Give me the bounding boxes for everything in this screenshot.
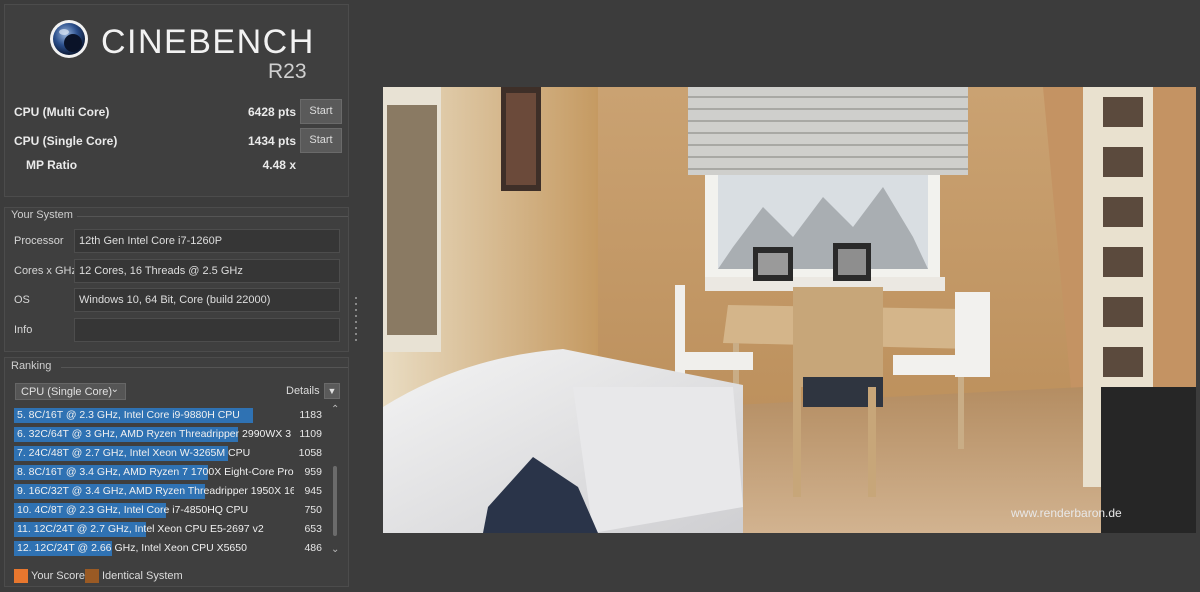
- details-label: Details: [286, 385, 320, 397]
- ranking-row[interactable]: 10. 4C/8T @ 2.3 GHz, Intel Core i7-4850H…: [14, 502, 330, 519]
- your-score-legend-label: Your Score: [31, 570, 86, 582]
- ranking-score: 1109: [299, 428, 322, 440]
- app-version: R23: [268, 60, 307, 83]
- cinebench-logo-icon: [50, 20, 88, 58]
- render-watermark: www.renderbaron.de: [1010, 506, 1122, 520]
- ranking-test-select-value: CPU (Single Core): [21, 386, 113, 398]
- system-key: OS: [14, 294, 30, 306]
- system-divider: [77, 216, 348, 217]
- ranking-row[interactable]: 12. 12C/24T @ 2.66 GHz, Intel Xeon CPU X…: [14, 540, 330, 557]
- single-core-start-button[interactable]: Start: [300, 128, 342, 153]
- ranking-score: 750: [304, 504, 322, 516]
- ranking-list: 5. 8C/16T @ 2.3 GHz, Intel Core i9-9880H…: [14, 407, 336, 562]
- scrollbar-thumb[interactable]: [333, 466, 337, 536]
- ranking-row[interactable]: 7. 24C/48T @ 2.7 GHz, Intel Xeon W-3265M…: [14, 445, 330, 462]
- ranking-score: 959: [304, 466, 322, 478]
- ranking-label: 9. 16C/32T @ 3.4 GHz, AMD Ryzen Threadri…: [17, 485, 294, 497]
- system-row-info: Info: [14, 318, 340, 342]
- identical-system-swatch: [85, 569, 99, 583]
- identical-system-legend-label: Identical System: [102, 570, 183, 582]
- ranking-score: 653: [304, 523, 322, 535]
- ranking-row[interactable]: 11. 12C/24T @ 2.7 GHz, Intel Xeon CPU E5…: [14, 521, 330, 538]
- ranking-label: 7. 24C/48T @ 2.7 GHz, Intel Xeon W-3265M…: [17, 447, 251, 459]
- chevron-up-icon[interactable]: ⌃: [331, 404, 339, 415]
- chevron-down-icon: ▼: [327, 386, 337, 396]
- chevron-down-icon[interactable]: ⌄: [331, 544, 339, 555]
- ranking-section-title: Ranking: [11, 360, 52, 372]
- ranking-score: 1058: [298, 447, 322, 459]
- ranking-label: 5. 8C/16T @ 2.3 GHz, Intel Core i9-9880H…: [17, 409, 240, 421]
- ranking-label: 6. 32C/64T @ 3 GHz, AMD Ryzen Threadripp…: [17, 428, 292, 440]
- ranking-label: 11. 12C/24T @ 2.7 GHz, Intel Xeon CPU E5…: [17, 523, 264, 535]
- ranking-row[interactable]: 5. 8C/16T @ 2.3 GHz, Intel Core i9-9880H…: [14, 407, 330, 424]
- ranking-label: 10. 4C/8T @ 2.3 GHz, Intel Core i7-4850H…: [17, 504, 249, 516]
- multi-core-row: CPU (Multi Core) 6428 pts Start: [14, 99, 342, 125]
- ranking-scrollbar[interactable]: ⌃ ⌄: [331, 404, 339, 558]
- ranking-test-select[interactable]: CPU (Single Core) ⌄: [15, 383, 126, 400]
- render-viewport: www.renderbaron.de: [383, 87, 1196, 533]
- system-row-cores: Cores x GHz 12 Cores, 16 Threads @ 2.5 G…: [14, 259, 340, 283]
- your-score-swatch: [14, 569, 28, 583]
- single-core-score: 1434 pts: [247, 134, 296, 148]
- app-title: CINEBENCH: [101, 23, 315, 61]
- ranking-panel: Ranking CPU (Single Core) ⌄ Details ▼ 5.…: [4, 357, 349, 587]
- ranking-label: 12. 12C/24T @ 2.66 GHz, Intel Xeon CPU X…: [17, 542, 247, 554]
- ranking-score: 486: [304, 542, 322, 554]
- mp-ratio-label: MP Ratio: [26, 158, 78, 172]
- system-key: Info: [14, 324, 33, 336]
- system-panel: Your System Processor 12th Gen Intel Cor…: [4, 207, 349, 352]
- ranking-row[interactable]: 6. 32C/64T @ 3 GHz, AMD Ryzen Threadripp…: [14, 426, 330, 443]
- multi-core-label: CPU (Multi Core): [14, 105, 110, 119]
- ranking-row[interactable]: 9. 16C/32T @ 3.4 GHz, AMD Ryzen Threadri…: [14, 483, 330, 500]
- system-section-title: Your System: [11, 209, 73, 221]
- ranking-row[interactable]: 8. 8C/16T @ 3.4 GHz, AMD Ryzen 7 1700X E…: [14, 464, 330, 481]
- system-row-processor: Processor 12th Gen Intel Core i7-1260P: [14, 229, 340, 253]
- multi-core-start-button[interactable]: Start: [300, 99, 342, 124]
- mp-ratio-row: MP Ratio 4.48 x: [14, 152, 342, 178]
- system-value: 12th Gen Intel Core i7-1260P: [74, 229, 340, 253]
- render-image: www.renderbaron.de: [383, 87, 1196, 533]
- system-key: Cores x GHz: [14, 265, 77, 277]
- multi-core-score: 6428 pts: [247, 105, 296, 119]
- details-toggle-button[interactable]: ▼: [324, 383, 340, 399]
- mp-ratio-value: 4.48 x: [262, 158, 296, 172]
- chevron-down-icon: ⌄: [110, 384, 119, 395]
- single-core-label: CPU (Single Core): [14, 134, 118, 148]
- panel-splitter-handle[interactable]: [355, 297, 358, 345]
- ranking-score: 945: [304, 485, 322, 497]
- system-key: Processor: [14, 235, 64, 247]
- system-value: 12 Cores, 16 Threads @ 2.5 GHz: [74, 259, 340, 283]
- info-field[interactable]: [74, 318, 340, 342]
- single-core-row: CPU (Single Core) 1434 pts Start: [14, 128, 342, 154]
- ranking-label: 8. 8C/16T @ 3.4 GHz, AMD Ryzen 7 1700X E…: [17, 466, 294, 478]
- ranking-score: 1183: [299, 409, 322, 421]
- system-value: Windows 10, 64 Bit, Core (build 22000): [74, 288, 340, 312]
- ranking-divider: [61, 367, 348, 368]
- system-row-os: OS Windows 10, 64 Bit, Core (build 22000…: [14, 288, 340, 312]
- header-panel: CINEBENCH R23 CPU (Multi Core) 6428 pts …: [4, 4, 349, 197]
